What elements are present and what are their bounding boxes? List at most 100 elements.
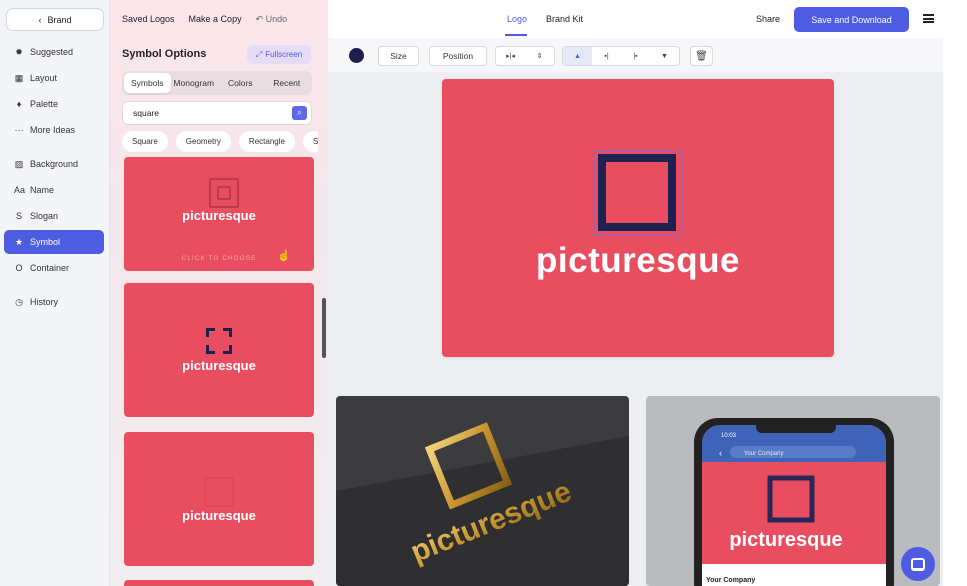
align-top-icon[interactable]: ▲ [563,47,592,65]
tab-recent[interactable]: Recent [264,73,311,93]
suggestion-chips: Square Geometry Rectangle S [122,131,318,152]
chevron-left-icon: ‹ [38,14,42,25]
sidebar-item-label: Suggested [30,47,74,57]
chat-launcher-button[interactable] [901,547,935,581]
align-bottom-icon[interactable]: ▼ [650,47,679,65]
palette-icon: ♦ [16,99,22,109]
align-group: ▲ ▪| |▪ ▼ [562,46,680,66]
logo-canvas: Size Position ▸|◂ ⇕ ▲ ▪| |▪ ▼ 🗑 pictures… [328,38,943,586]
phone-mockup-art: 10:03 Your Company ‹ picturesque Your Co… [694,418,894,586]
corner-brackets-icon [206,328,232,354]
sidebar-item-more-ideas[interactable]: ··· More Ideas [4,118,104,142]
symbol-color-swatch[interactable] [349,48,364,63]
chat-bubble-icon [911,557,925,571]
main-logo-preview[interactable]: picturesque [442,79,834,357]
align-right-icon[interactable]: ▪| [592,47,621,65]
flip-horizontal-icon[interactable]: ▸|◂ [496,47,525,65]
sidebar-item-label: Background [30,159,79,169]
symbol-search-input[interactable]: square ⌕ [122,101,312,125]
star-icon: ★ [14,236,24,247]
sidebar-item-suggested[interactable]: ✹ Suggested [4,40,104,64]
saved-logos-link[interactable]: Saved Logos [122,14,175,25]
brand-back-label: Brand [47,14,72,25]
faint-square-icon [204,477,234,507]
flip-vertical-icon[interactable]: ⇕ [525,47,554,65]
slogan-icon: S [15,211,22,221]
panel-top-links: Saved Logos Make a Copy ↶ Undo [122,14,287,25]
sidebar-item-label: History [30,297,59,307]
position-button[interactable]: Position [429,46,487,66]
expand-icon: ⤢ [255,49,263,59]
chip-rectangle[interactable]: Rectangle [238,131,295,152]
sidebar-item-container[interactable]: O Container [4,256,104,280]
fullscreen-button[interactable]: ⤢ Fullscreen [247,45,311,64]
square-frame-icon [209,178,239,208]
sidebar-item-label: Palette [30,99,59,109]
tab-colors[interactable]: Colors [217,73,264,93]
search-value: square [133,108,159,118]
sidebar-item-label: Container [30,263,70,273]
top-bar: Logo Brand Kit Share Save and Download [328,0,967,38]
panel-title: Symbol Options [122,48,207,60]
history-icon: ◷ [15,296,23,307]
tab-symbols[interactable]: Symbols [124,73,171,93]
symbol-tabs: Symbols Monogram Colors Recent [122,71,312,95]
size-button[interactable]: Size [378,46,419,66]
business-card-mockup[interactable]: picturesque [336,396,629,586]
selected-square-symbol[interactable] [592,149,684,237]
sidebar-item-palette[interactable]: ♦ Palette [4,92,104,116]
active-tab-indicator [505,34,527,36]
sidebar-item-slogan[interactable]: S Slogan [4,204,104,228]
tab-brand-kit[interactable]: Brand Kit [546,14,583,24]
sidebar-item-label: Symbol [30,237,61,247]
tab-logo[interactable]: Logo [507,14,527,24]
main-brand-name: picturesque [536,241,740,280]
sidebar-item-name[interactable]: Aa Name [4,178,104,202]
panel-scrollbar[interactable] [322,298,326,358]
symbol-options-panel: Saved Logos Make a Copy ↶ Undo Symbol Op… [110,0,328,586]
tab-monogram[interactable]: Monogram [171,73,218,93]
sidebar-item-label: Layout [30,73,58,83]
brand-back-button[interactable]: ‹ Brand [6,8,104,31]
phone-time: 10:03 [721,433,737,439]
chip-more[interactable]: S [302,131,318,152]
phone-mockup[interactable]: 10:03 Your Company ‹ picturesque Your Co… [646,396,940,586]
chip-geometry[interactable]: Geometry [175,131,231,152]
layout-icon: ▦ [14,72,24,83]
search-icon: ⌕ [297,108,302,117]
flip-group: ▸|◂ ⇕ [495,46,555,66]
save-and-download-button[interactable]: Save and Download [794,7,909,32]
sidebar-item-label: Slogan [30,211,59,221]
trash-icon[interactable]: 🗑 [690,46,713,66]
hand-cursor-icon: ☝ [277,250,291,262]
card-brand-name: picturesque [182,358,256,373]
symbol-option-card[interactable]: picturesque CLICK TO CHOOSE ☝ [124,157,314,271]
sidebar-item-layout[interactable]: ▦ Layout [4,66,104,90]
align-left-icon[interactable]: |▪ [621,47,650,65]
symbol-option-card[interactable] [124,580,314,586]
undo-button[interactable]: ↶ Undo [256,14,288,25]
more-icon: ··· [14,125,24,135]
hamburger-menu-icon[interactable] [923,14,934,23]
sidebar-nav: ✹ Suggested ▦ Layout ♦ Palette ··· More … [4,40,104,316]
sidebar-item-background[interactable]: ▨ Background [4,152,104,176]
symbol-option-card[interactable]: picturesque [124,432,314,566]
sidebar-item-symbol[interactable]: ★ Symbol [4,230,104,254]
share-button[interactable]: Share [756,14,780,24]
search-button[interactable]: ⌕ [292,106,307,120]
make-copy-link[interactable]: Make a Copy [189,14,242,25]
sparkle-icon: ✹ [15,46,23,57]
phone-back-icon: ‹ [719,448,722,458]
chip-square[interactable]: Square [122,131,168,152]
phone-brand-name: picturesque [729,529,842,551]
phone-search-placeholder: Your Company [744,451,783,457]
sidebar-item-history[interactable]: ◷ History [4,290,104,314]
undo-icon: ↶ [255,14,266,24]
fullscreen-label: Fullscreen [265,50,303,59]
name-icon: Aa [14,185,26,195]
gold-foil-card: picturesque [336,422,629,586]
symbol-option-card[interactable]: picturesque [124,283,314,417]
sidebar-item-label: More Ideas [30,125,76,135]
